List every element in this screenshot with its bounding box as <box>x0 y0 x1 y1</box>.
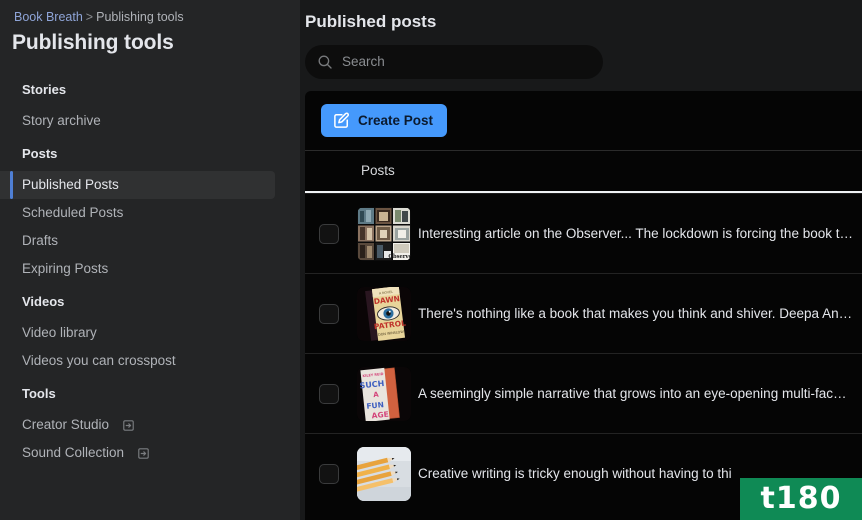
tab-posts[interactable]: Posts <box>361 162 395 191</box>
sidebar: Book Breath > Publishing tools Publishing … <box>0 0 300 520</box>
row-checkbox[interactable] <box>319 464 339 484</box>
svg-text:FUN: FUN <box>366 400 384 411</box>
breadcrumb: Book Breath > Publishing tools <box>0 0 300 25</box>
post-text: A seemingly simple narrative that grows … <box>418 385 847 401</box>
search-box[interactable] <box>305 45 603 79</box>
sidebar-item-label: Expiring Posts <box>22 261 109 276</box>
row-checkbox[interactable] <box>319 303 339 324</box>
post-thumbnail-such-a-fun-age-cover: KILEY REID SUCH A FUN AGE <box>357 366 411 421</box>
main-content: Published posts Search Create Post Posts… <box>300 0 862 520</box>
nav-section-posts: Posts Published Posts Scheduled Posts Dr… <box>0 135 300 283</box>
card-tabs: Posts <box>305 151 862 191</box>
page-title: Publishing tools <box>12 31 174 54</box>
sidebar-item-label: Story archive <box>22 113 101 128</box>
create-post-button[interactable]: Create Post <box>321 104 448 137</box>
nav-section-label-videos: Videos <box>22 294 65 309</box>
sidebar-item-label: Scheduled Posts <box>22 205 124 220</box>
sidebar-nav: Stories Story archive Posts Published Po… <box>0 57 300 467</box>
row-checkbox[interactable] <box>319 383 339 404</box>
table-row[interactable]: Observer Interesting article on the Obse… <box>305 194 862 274</box>
nav-section-label-tools: Tools <box>22 386 56 401</box>
search-input[interactable] <box>342 53 591 71</box>
table-row[interactable]: KILEY REID SUCH A FUN AGE A seemingly si… <box>305 354 862 434</box>
sidebar-item-video-library[interactable]: Video library <box>0 319 275 347</box>
sidebar-item-label: Drafts <box>22 233 59 248</box>
post-thumbnail-pencils-photo <box>357 447 411 501</box>
table-row[interactable]: A NOVEL DAWN PATROL DON WINSLOW There's … <box>305 274 862 354</box>
sidebar-item-label: Video library <box>22 325 97 340</box>
compose-icon <box>333 112 350 129</box>
search-icon <box>317 54 333 70</box>
sidebar-item-creator-studio[interactable]: Creator Studio <box>0 411 275 439</box>
svg-text:Observer: Observer <box>388 254 411 260</box>
breadcrumb-link-book-breath[interactable]: Book Breath <box>14 10 83 24</box>
post-thumbnail-dawn-patrol-cover: A NOVEL DAWN PATROL DON WINSLOW <box>357 286 411 341</box>
breadcrumb-current: Publishing tools <box>96 10 184 24</box>
sidebar-item-label: Creator Studio <box>22 417 110 432</box>
nav-section-videos: Videos Video library Videos you can cros… <box>0 283 300 375</box>
sidebar-item-label: Sound Collection <box>22 445 125 460</box>
sidebar-item-published-posts[interactable]: Published Posts <box>0 171 275 199</box>
nav-section-label-stories: Stories <box>22 82 67 97</box>
sidebar-item-scheduled-posts[interactable]: Scheduled Posts <box>0 199 275 227</box>
sidebar-item-videos-you-can-crosspost[interactable]: Videos you can crosspost <box>0 347 275 375</box>
published-posts-heading: Published posts <box>305 12 437 31</box>
sidebar-item-label: Published Posts <box>22 177 119 192</box>
post-text: Creative writing is tricky enough withou… <box>418 466 732 481</box>
breadcrumb-separator: > <box>85 10 94 24</box>
post-text: There's nothing like a book that makes y… <box>418 305 853 321</box>
nav-section-stories: Stories Story archive <box>0 71 300 135</box>
row-checkbox[interactable] <box>319 223 339 244</box>
sidebar-item-sound-collection[interactable]: Sound Collection <box>0 439 275 467</box>
nav-section-label-posts: Posts <box>22 146 58 161</box>
sidebar-item-drafts[interactable]: Drafts <box>0 227 275 255</box>
sidebar-item-story-archive[interactable]: Story archive <box>0 107 275 135</box>
card-toolbar: Create Post <box>305 91 862 150</box>
table-row[interactable]: Creative writing is tricky enough withou… <box>305 434 862 514</box>
sidebar-item-expiring-posts[interactable]: Expiring Posts <box>0 255 275 283</box>
create-post-label: Create Post <box>358 112 434 128</box>
svg-text:AGE: AGE <box>371 409 389 420</box>
sidebar-item-label: Videos you can crosspost <box>22 353 176 368</box>
publishing-tools-page: Book Breath > Publishing tools Publishing … <box>0 0 862 520</box>
post-thumbnail-bookshelf-collage: Observer <box>357 206 411 261</box>
post-text: Interesting article on the Observer... T… <box>418 225 853 241</box>
published-posts-card: Create Post Posts Observe Interesting ar… <box>305 91 862 520</box>
external-link-icon <box>122 419 135 432</box>
nav-section-tools: Tools Creator Studio Sound Collection <box>0 375 300 467</box>
external-link-icon <box>137 447 150 460</box>
